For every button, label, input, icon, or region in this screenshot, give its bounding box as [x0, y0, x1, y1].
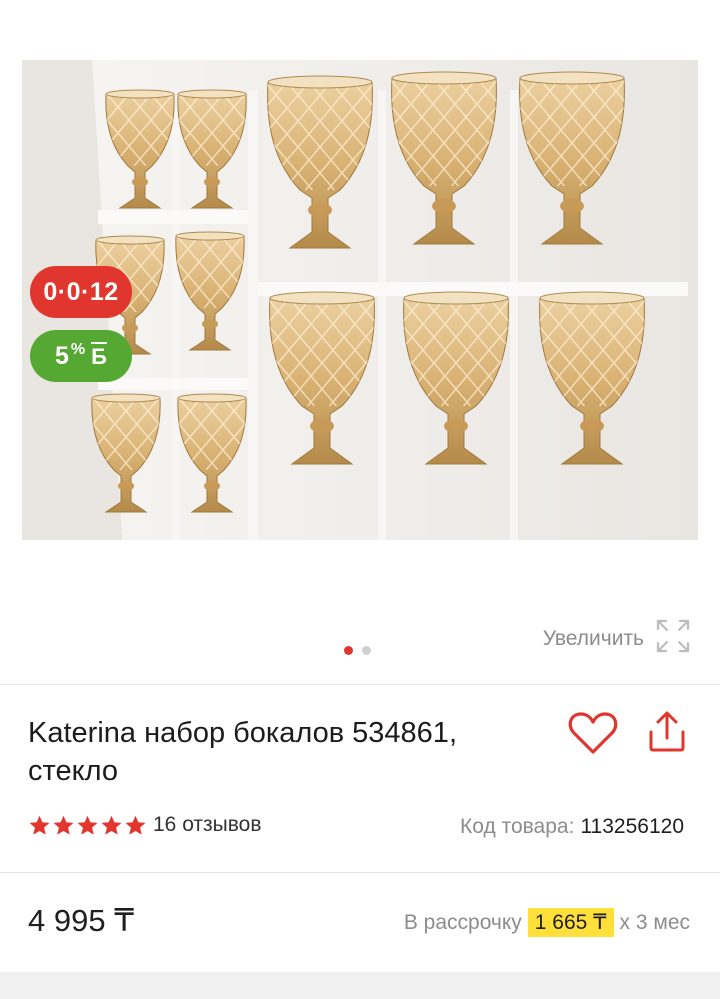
star-icon [29, 815, 50, 835]
gallery-dot-1[interactable] [344, 646, 353, 655]
gallery-pagination [344, 646, 371, 655]
rating-stars [28, 814, 147, 837]
favorite-button[interactable] [568, 710, 618, 761]
product-gallery[interactable]: 0·0·12 5% Б Увеличить [0, 0, 720, 684]
bonus-badge-percent: % [70, 341, 86, 358]
section-separator [0, 972, 720, 999]
rating-row[interactable]: 16 отзывов [28, 813, 262, 837]
heart-icon [568, 712, 618, 760]
divider [0, 872, 720, 873]
bonus-badge-value: 5 [55, 342, 69, 370]
sku-row: Код товара: 113256120 [460, 815, 684, 839]
sku-label: Код товара: [460, 815, 575, 838]
star-icon [101, 815, 122, 835]
divider [0, 684, 720, 685]
installment-badge-label: 0·0·12 [43, 278, 119, 306]
zoom-label: Увеличить [542, 626, 644, 650]
installment-amount: 1 665 ₸ [527, 908, 614, 937]
installment-term: х 3 мес [619, 910, 690, 934]
installment-badge: 0·0·12 [30, 266, 132, 318]
bonus-currency-icon: Б [91, 344, 107, 369]
installment-label: В рассрочку [403, 910, 522, 934]
star-icon [125, 815, 146, 835]
star-icon [77, 815, 98, 835]
installment-info[interactable]: В рассрочку 1 665 ₸ х 3 мес [404, 908, 690, 937]
reviews-link[interactable]: 16 отзывов [153, 813, 262, 837]
star-icon [53, 815, 74, 835]
bonus-badge: 5% Б [30, 330, 132, 382]
share-button[interactable] [645, 710, 689, 759]
product-title: Katerina набор бокалов 534861, стекло [28, 717, 457, 787]
share-icon [645, 711, 689, 758]
product-price: 4 995 ₸ [28, 903, 134, 938]
expand-icon [654, 617, 692, 660]
zoom-button[interactable]: Увеличить [543, 617, 692, 660]
gallery-dot-2[interactable] [362, 646, 371, 655]
sku-value: 113256120 [580, 815, 684, 838]
